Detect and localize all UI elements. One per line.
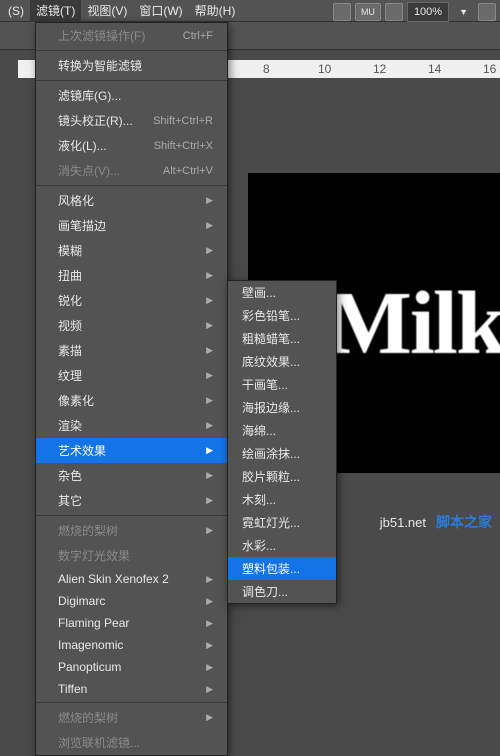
- menu-item[interactable]: Tiffen▶: [36, 678, 227, 700]
- menu-item[interactable]: 画笔描边▶: [36, 213, 227, 238]
- menu-item[interactable]: 艺术效果▶: [36, 438, 227, 463]
- menu-item: 燃烧的梨树▶: [36, 705, 227, 730]
- submenu-item[interactable]: 绘画涂抹...: [228, 442, 336, 465]
- toolbar-btn[interactable]: [478, 3, 496, 21]
- menu-item[interactable]: 视频▶: [36, 313, 227, 338]
- menu-filter[interactable]: 滤镜(T): [30, 0, 81, 22]
- toolbar-btn[interactable]: MU: [355, 3, 381, 21]
- submenu-item[interactable]: 粗糙蜡笔...: [228, 327, 336, 350]
- text-layer: Milk: [327, 272, 500, 375]
- menu-item[interactable]: 纹理▶: [36, 363, 227, 388]
- menu-item[interactable]: Imagenomic▶: [36, 634, 227, 656]
- submenu-item[interactable]: 海绵...: [228, 419, 336, 442]
- watermark: jb51.net 脚本之家: [380, 509, 500, 535]
- menu-item[interactable]: 滤镜库(G)...: [36, 83, 227, 108]
- menu-item: 数字灯光效果: [36, 543, 227, 568]
- menu-item[interactable]: 渲染▶: [36, 413, 227, 438]
- menu-item: 燃烧的梨树▶: [36, 518, 227, 543]
- menu-item: 消失点(V)...Alt+Ctrl+V: [36, 158, 227, 183]
- menu-item[interactable]: Flaming Pear▶: [36, 612, 227, 634]
- menu-item[interactable]: Panopticum▶: [36, 656, 227, 678]
- submenu-item[interactable]: 调色刀...: [228, 580, 336, 603]
- watermark-brand: 脚本之家: [436, 512, 492, 532]
- menu-item[interactable]: 扭曲▶: [36, 263, 227, 288]
- submenu-item[interactable]: 底纹效果...: [228, 350, 336, 373]
- menu-item[interactable]: 素描▶: [36, 338, 227, 363]
- menu-window[interactable]: 窗口(W): [133, 0, 188, 22]
- menu-item: 上次滤镜操作(F)Ctrl+F: [36, 23, 227, 48]
- menu-item[interactable]: 风格化▶: [36, 188, 227, 213]
- menu-item[interactable]: 液化(L)...Shift+Ctrl+X: [36, 133, 227, 158]
- watermark-url: jb51.net: [380, 515, 426, 530]
- zoom-level[interactable]: 100%: [407, 2, 449, 22]
- menu-item[interactable]: Digimarc▶: [36, 590, 227, 612]
- menu-view[interactable]: 视图(V): [81, 0, 133, 22]
- filter-menu: 上次滤镜操作(F)Ctrl+F 转换为智能滤镜滤镜库(G)...镜头校正(R)..…: [35, 22, 228, 756]
- toolbar-btn[interactable]: [333, 3, 351, 21]
- submenu-item[interactable]: 彩色铅笔...: [228, 304, 336, 327]
- menu-s[interactable]: (S): [2, 1, 30, 21]
- menu-item[interactable]: 像素化▶: [36, 388, 227, 413]
- toolbar-btn[interactable]: [385, 3, 403, 21]
- menu-item[interactable]: 镜头校正(R)...Shift+Ctrl+R: [36, 108, 227, 133]
- submenu-item[interactable]: 海报边缘...: [228, 396, 336, 419]
- submenu-item[interactable]: 塑料包装...: [228, 557, 336, 580]
- submenu-item[interactable]: 胶片颗粒...: [228, 465, 336, 488]
- submenu-item[interactable]: 干画笔...: [228, 373, 336, 396]
- submenu-item[interactable]: 霓虹灯光...: [228, 511, 336, 534]
- menu-item[interactable]: 其它▶: [36, 488, 227, 513]
- menu-help[interactable]: 帮助(H): [189, 0, 242, 22]
- menu-item[interactable]: 锐化▶: [36, 288, 227, 313]
- artistic-submenu: 壁画...彩色铅笔...粗糙蜡笔...底纹效果...干画笔...海报边缘...海…: [227, 280, 337, 604]
- submenu-item[interactable]: 水彩...: [228, 534, 336, 557]
- menu-item[interactable]: Alien Skin Xenofex 2▶: [36, 568, 227, 590]
- menu-item: 浏览联机滤镜...: [36, 730, 227, 755]
- menu-item[interactable]: 转换为智能滤镜: [36, 53, 227, 78]
- submenu-item[interactable]: 壁画...: [228, 281, 336, 304]
- menu-item[interactable]: 模糊▶: [36, 238, 227, 263]
- submenu-item[interactable]: 木刻...: [228, 488, 336, 511]
- menu-item[interactable]: 杂色▶: [36, 463, 227, 488]
- menubar: (S) 滤镜(T) 视图(V) 窗口(W) 帮助(H) MU 100% ▼: [0, 0, 500, 22]
